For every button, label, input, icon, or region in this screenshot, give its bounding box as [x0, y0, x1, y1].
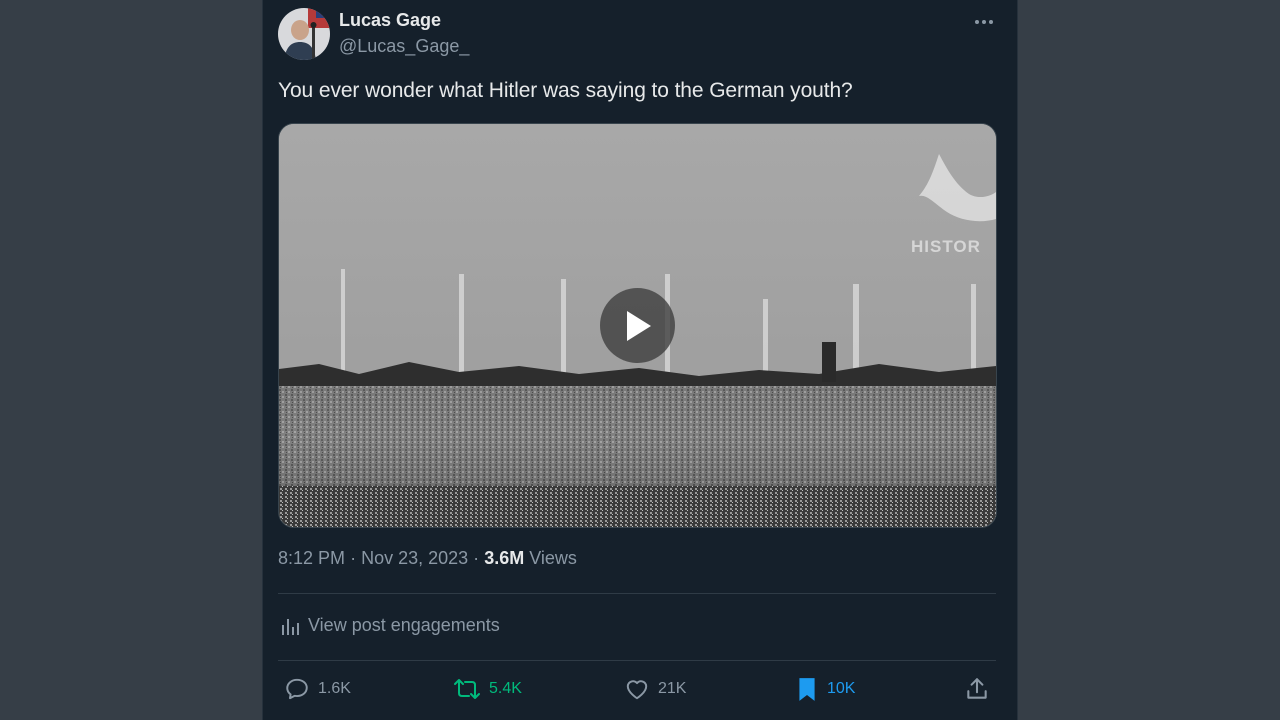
bookmark-icon — [799, 678, 815, 701]
play-icon — [626, 310, 651, 341]
views-label: Views — [529, 548, 577, 568]
post-meta: 8:12 PM · Nov 23, 2023 · 3.6M Views — [278, 548, 577, 569]
post-date[interactable]: Nov 23, 2023 — [361, 548, 468, 568]
meta-separator: · — [350, 548, 357, 568]
like-icon — [626, 680, 648, 700]
more-options-button[interactable] — [970, 10, 998, 34]
repost-count: 5.4K — [489, 680, 522, 697]
author-handle[interactable]: @Lucas_Gage_ — [339, 36, 469, 57]
share-icon — [967, 678, 987, 699]
repost-button[interactable]: 5.4K — [453, 676, 522, 702]
share-button[interactable] — [964, 676, 990, 702]
video-player[interactable]: HISTOR — [278, 123, 997, 528]
avatar-image — [278, 8, 330, 60]
views-count: 3.6M — [484, 548, 525, 568]
bookmark-button[interactable]: 10K — [795, 676, 855, 702]
reply-button[interactable]: 1.6K — [284, 676, 351, 702]
divider — [278, 660, 996, 661]
like-count: 21K — [658, 680, 687, 697]
meta-separator: · — [473, 548, 480, 568]
post-text: You ever wonder what Hitler was saying t… — [278, 79, 853, 102]
view-engagements-label: View post engagements — [308, 615, 500, 635]
reply-count: 1.6K — [318, 680, 351, 697]
more-icon — [975, 20, 993, 24]
analytics-icon — [282, 618, 299, 635]
post-time[interactable]: 8:12 PM — [278, 548, 345, 568]
author-avatar[interactable] — [278, 8, 330, 60]
author-name[interactable]: Lucas Gage — [339, 10, 441, 31]
video-watermark: HISTOR — [911, 237, 981, 256]
bookmark-count: 10K — [827, 680, 856, 697]
divider — [278, 593, 996, 594]
like-button[interactable]: 21K — [624, 676, 686, 702]
play-button[interactable] — [600, 288, 675, 363]
view-engagements-link[interactable]: View post engagements — [280, 615, 500, 636]
reply-icon — [286, 678, 308, 700]
repost-icon — [454, 679, 480, 699]
